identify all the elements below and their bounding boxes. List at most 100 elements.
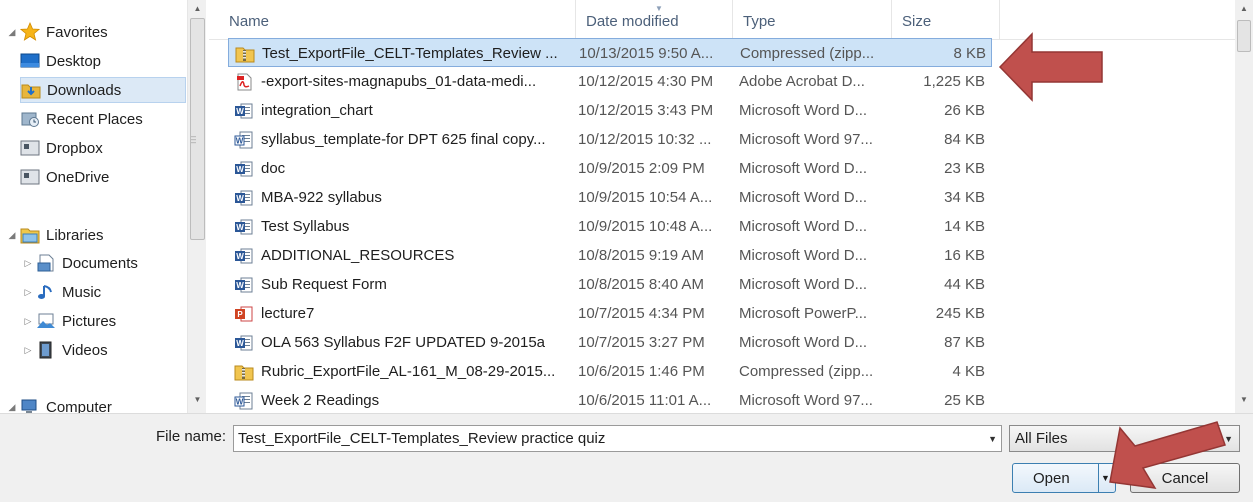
cancel-button[interactable]: Cancel	[1130, 463, 1240, 493]
nav-item-dropbox[interactable]: Dropbox	[20, 135, 186, 161]
videos-library-icon	[36, 341, 56, 359]
expand-triangle-icon[interactable]: ▷	[22, 344, 34, 356]
expand-triangle-icon[interactable]: ▷	[22, 315, 34, 327]
file-list-scrollbar[interactable]: ▲ ▼	[1235, 0, 1253, 413]
scrollbar-grip-icon: – – –	[191, 131, 197, 147]
file-type-cell: Microsoft Word D...	[739, 160, 868, 177]
nav-libraries[interactable]: ◢ Libraries	[6, 222, 104, 248]
nav-item-downloads[interactable]: Downloads	[20, 77, 186, 103]
nav-scrollbar[interactable]: ▲ – – – ▼	[187, 0, 206, 413]
file-row[interactable]: W Week 2 Readings 10/6/2015 11:01 A... Micr…	[228, 386, 992, 413]
file-type-cell: Microsoft Word D...	[739, 102, 868, 119]
expand-triangle-icon[interactable]: ▷	[22, 257, 34, 269]
scroll-up-arrow-icon[interactable]: ▲	[1235, 0, 1253, 17]
nav-item-desktop[interactable]: Desktop	[20, 48, 186, 74]
file-name-text: ADDITIONAL_RESOURCES	[261, 247, 455, 264]
file-row[interactable]: W OLA 563 Syllabus F2F UPDATED 9-2015a 10/…	[228, 328, 992, 357]
nav-library-videos[interactable]: ▷ Videos	[22, 337, 108, 363]
file-row[interactable]: Wsyllabus_template-for DPT 625 final cop…	[228, 125, 992, 154]
file-row[interactable]: Test_ExportFile_CELT-Templates_Review ..…	[228, 38, 992, 67]
file-row[interactable]: Wdoc 10/9/2015 2:09 PM Microsoft Word D...…	[228, 154, 992, 183]
nav-computer[interactable]: ◢ Computer	[6, 394, 112, 413]
nav-favorites-label: Favorites	[46, 23, 108, 41]
file-type-cell: Microsoft Word D...	[739, 334, 868, 351]
file-name-combobox[interactable]: ▼	[233, 425, 1002, 452]
word-icon: W	[234, 218, 254, 236]
collapse-triangle-icon[interactable]: ◢	[6, 26, 18, 38]
file-name-text: Rubric_ExportFile_AL-161_M_08-29-2015...	[261, 363, 556, 380]
file-row[interactable]: -export-sites-magnapubs_01-data-medi... 1…	[228, 67, 992, 96]
file-row[interactable]: Wintegration_chart 10/12/2015 3:43 PM Micr…	[228, 96, 992, 125]
file-date-cell: 10/6/2015 1:46 PM	[578, 363, 705, 380]
file-date-cell: 10/9/2015 10:54 A...	[578, 189, 713, 206]
file-type-cell: Compressed (zipp...	[740, 45, 875, 62]
scroll-down-arrow-icon[interactable]: ▼	[1235, 391, 1253, 408]
file-name-cell: Plecture7	[234, 299, 574, 328]
svg-text:W: W	[236, 397, 244, 406]
scroll-down-arrow-icon[interactable]: ▼	[188, 391, 207, 408]
column-header-type[interactable]: Type	[733, 0, 892, 40]
file-name-dropdown-icon[interactable]: ▼	[988, 434, 997, 444]
documents-library-icon	[36, 254, 56, 272]
scrollbar-thumb[interactable]	[190, 18, 205, 240]
file-type-cell: Microsoft Word 97...	[739, 392, 873, 409]
scrollbar-thumb[interactable]	[1237, 20, 1251, 52]
nav-item-label: Recent Places	[46, 110, 143, 128]
file-name-input[interactable]	[238, 426, 978, 451]
svg-text:W: W	[236, 223, 244, 232]
nav-favorites[interactable]: ◢ Favorites	[6, 19, 108, 45]
column-header-size[interactable]: Size	[892, 0, 1000, 40]
navigation-pane: ◢ Favorites Desktop Downloads Recent Pla…	[0, 0, 209, 413]
file-type-cell: Microsoft Word D...	[739, 276, 868, 293]
file-name-cell: Wdoc	[234, 154, 574, 183]
file-date-cell: 10/7/2015 4:34 PM	[578, 305, 705, 322]
file-name-cell: Wsyllabus_template-for DPT 625 final cop…	[234, 125, 574, 154]
open-dropdown-icon[interactable]: ▼	[1101, 473, 1110, 483]
file-name-cell: -export-sites-magnapubs_01-data-medi...	[234, 67, 574, 96]
svg-text:W: W	[236, 252, 244, 261]
dropbox-icon	[20, 139, 40, 157]
file-type-cell: Microsoft PowerP...	[739, 305, 868, 322]
nav-item-recent-places[interactable]: Recent Places	[20, 106, 186, 132]
file-size-cell: 44 KB	[944, 276, 985, 293]
word-icon: W	[234, 189, 254, 207]
nav-item-onedrive[interactable]: OneDrive	[20, 164, 186, 190]
file-row[interactable]: W ADDITIONAL_RESOURCES 10/8/2015 9:19 AM Mi…	[228, 241, 992, 270]
zip-folder-icon	[235, 45, 255, 63]
file-row[interactable]: W MBA-922 syllabus 10/9/2015 10:54 A... Mic…	[228, 183, 992, 212]
nav-library-pictures[interactable]: ▷ Pictures	[22, 308, 117, 334]
collapse-triangle-icon[interactable]: ◢	[6, 401, 18, 413]
open-button[interactable]: Open ▼	[1012, 463, 1116, 493]
nav-computer-label: Computer	[46, 398, 112, 414]
column-header-row: Name Date modified Type Size ▼	[209, 0, 1235, 40]
nav-library-documents[interactable]: ▷ Documents	[22, 250, 138, 276]
scroll-up-arrow-icon[interactable]: ▲	[188, 0, 207, 17]
file-size-cell: 23 KB	[944, 160, 985, 177]
file-name-text: syllabus_template-for DPT 625 final copy…	[261, 131, 546, 148]
file-row[interactable]: Plecture7 10/7/2015 4:34 PM Microsoft Powe…	[228, 299, 992, 328]
favorites-star-icon	[20, 22, 40, 41]
file-name-cell: Wintegration_chart	[234, 96, 574, 125]
file-date-cell: 10/12/2015 4:30 PM	[578, 73, 714, 90]
expand-triangle-icon[interactable]: ▷	[22, 286, 34, 298]
collapse-triangle-icon[interactable]: ◢	[6, 229, 18, 241]
file-date-cell: 10/8/2015 8:40 AM	[578, 276, 704, 293]
file-name-text: OLA 563 Syllabus F2F UPDATED 9-2015a	[261, 334, 546, 351]
file-name-text: integration_chart	[261, 102, 373, 119]
pictures-library-icon	[36, 312, 56, 330]
word-icon: W	[234, 276, 254, 294]
file-name-text: Week 2 Readings	[261, 392, 380, 409]
word97-icon: W	[234, 131, 254, 149]
file-type-dropdown-icon[interactable]: ▼	[1224, 434, 1233, 444]
column-header-name[interactable]: Name	[219, 0, 576, 40]
file-row[interactable]: W Test Syllabus 10/9/2015 10:48 A... Micros…	[228, 212, 992, 241]
file-type-select[interactable]: All Files ▼	[1009, 425, 1240, 452]
file-name-cell: W Test Syllabus	[234, 212, 574, 241]
file-size-cell: 34 KB	[944, 189, 985, 206]
file-row[interactable]: Rubric_ExportFile_AL-161_M_08-29-2015...…	[228, 357, 992, 386]
file-name-cell: W Sub Request Form	[234, 270, 574, 299]
nav-library-music[interactable]: ▷ Music	[22, 279, 102, 305]
file-date-cell: 10/8/2015 9:19 AM	[578, 247, 704, 264]
file-name-cell: W Week 2 Readings	[234, 386, 574, 413]
file-row[interactable]: W Sub Request Form 10/8/2015 8:40 AM Micros…	[228, 270, 992, 299]
